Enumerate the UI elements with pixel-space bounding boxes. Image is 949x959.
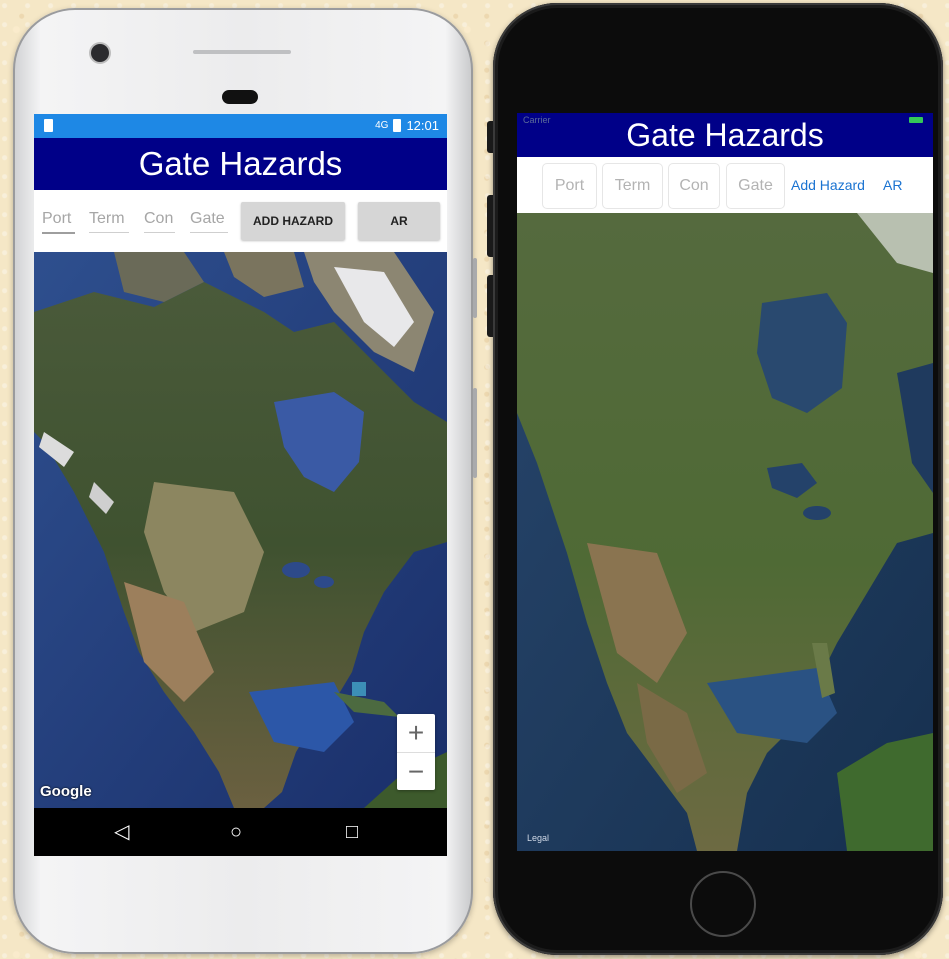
android-phone: 4G 12:01 Gate Hazards Port Term Con Gate… [13, 8, 477, 954]
home-button[interactable] [690, 871, 756, 937]
volume-up-button [487, 195, 493, 257]
earpiece-slot [193, 50, 291, 54]
front-camera [91, 44, 109, 62]
map-attribution[interactable]: Legal [527, 833, 549, 843]
battery-icon [909, 117, 923, 123]
map-view[interactable]: + − Google [34, 252, 447, 808]
satellite-map [517, 213, 933, 851]
status-bar: Carrier [517, 113, 933, 127]
speaker [222, 90, 258, 104]
volume-down-button [487, 275, 493, 337]
zoom-out-button[interactable]: − [397, 753, 435, 791]
map-view[interactable]: Legal [517, 213, 933, 851]
ar-button[interactable]: AR [883, 177, 902, 193]
toolbar: Port Term Con Gate Add Hazard AR [517, 157, 933, 213]
con-input[interactable]: Con [144, 210, 175, 233]
toolbar: Port Term Con Gate ADD HAZARD AR [34, 190, 447, 252]
zoom-in-button[interactable]: + [397, 714, 435, 753]
signal-icon: 4G [375, 120, 389, 131]
add-hazard-button[interactable]: Add Hazard [791, 177, 865, 193]
port-input[interactable]: Port [542, 163, 597, 209]
zoom-control: + − [397, 714, 435, 790]
power-button [473, 388, 477, 478]
ios-screen: Gate Hazards Carrier Port Term Con Gate … [517, 113, 933, 851]
iphone: Gate Hazards Carrier Port Term Con Gate … [487, 3, 943, 955]
satellite-map [34, 252, 447, 808]
status-bar: 4G 12:01 [34, 114, 447, 138]
mute-switch [487, 121, 493, 153]
carrier-label: Carrier [523, 115, 551, 125]
gate-input[interactable]: Gate [726, 163, 785, 209]
android-nav-bar: ◁ ○ □ [34, 808, 447, 856]
status-time: 12:01 [406, 118, 439, 133]
sd-card-icon [44, 119, 53, 132]
add-hazard-button[interactable]: ADD HAZARD [241, 202, 345, 240]
android-screen: 4G 12:01 Gate Hazards Port Term Con Gate… [34, 114, 447, 856]
volume-button [473, 258, 477, 318]
home-icon[interactable]: ○ [230, 820, 242, 844]
ar-button[interactable]: AR [358, 202, 440, 240]
back-icon[interactable]: ◁ [114, 820, 129, 844]
term-input[interactable]: Term [89, 210, 129, 233]
recents-icon[interactable]: □ [346, 820, 358, 844]
map-attribution: Google [40, 783, 92, 800]
page-title: Gate Hazards [34, 138, 447, 190]
port-input[interactable]: Port [42, 210, 75, 234]
battery-icon [393, 119, 402, 132]
gate-input[interactable]: Gate [190, 210, 228, 233]
term-input[interactable]: Term [602, 163, 663, 209]
con-input[interactable]: Con [668, 163, 720, 209]
